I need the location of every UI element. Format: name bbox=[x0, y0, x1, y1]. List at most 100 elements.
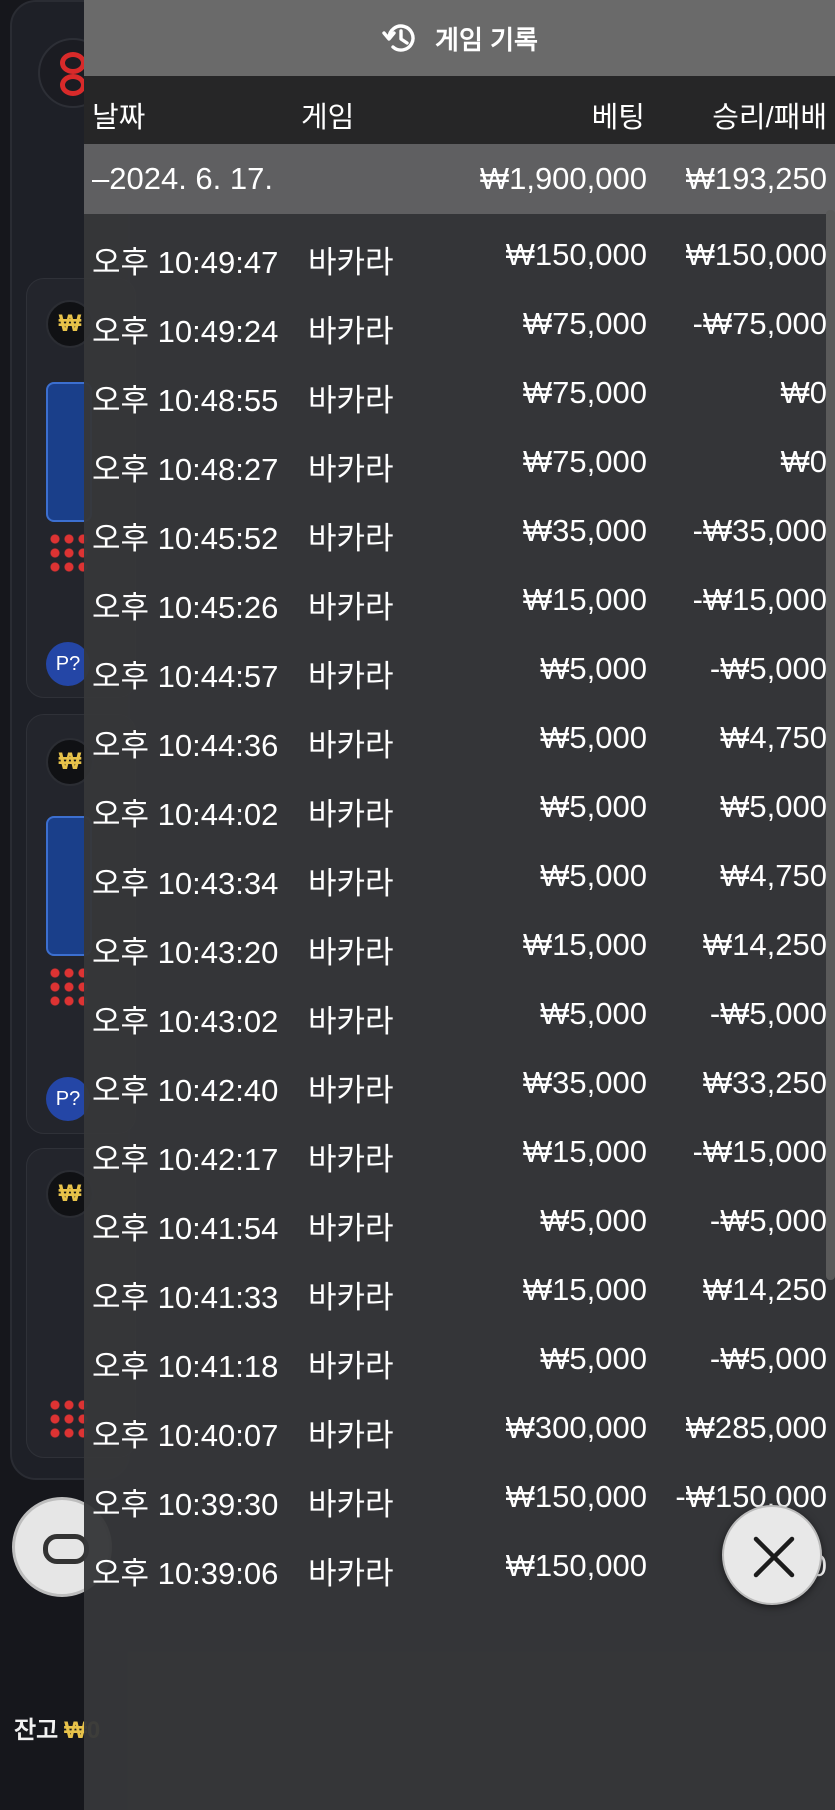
row-time: 오후 10:44:57 bbox=[92, 659, 279, 694]
column-result: 승리/패배 bbox=[712, 102, 827, 134]
history-row[interactable]: 오후 10:43:34 바카라 ₩5,000 ₩4,750 bbox=[84, 843, 835, 912]
row-time: 오후 10:41:33 bbox=[92, 1280, 279, 1315]
row-bet: ₩35,000 bbox=[522, 513, 647, 548]
row-game: 바카라 bbox=[308, 659, 394, 694]
row-result: ₩14,250 bbox=[702, 927, 827, 962]
column-header-row: 날짜 게임 베팅 승리/패배 bbox=[84, 76, 835, 144]
row-time: 오후 10:41:18 bbox=[92, 1349, 279, 1384]
history-row[interactable]: 오후 10:44:36 바카라 ₩5,000 ₩4,750 bbox=[84, 705, 835, 774]
row-time: 오후 10:48:55 bbox=[92, 383, 279, 418]
row-game: 바카라 bbox=[308, 245, 394, 280]
history-row[interactable]: 오후 10:45:26 바카라 ₩15,000 -₩15,000 bbox=[84, 567, 835, 636]
row-time: 오후 10:45:52 bbox=[92, 521, 279, 556]
row-game: 바카라 bbox=[308, 866, 394, 901]
history-row[interactable]: 오후 10:45:52 바카라 ₩35,000 -₩35,000 bbox=[84, 498, 835, 567]
row-result: -₩15,000 bbox=[692, 582, 827, 617]
row-time: 오후 10:43:20 bbox=[92, 935, 279, 970]
balance-label: 잔고 bbox=[14, 1717, 59, 1744]
row-time: 오후 10:44:02 bbox=[92, 797, 279, 832]
row-result: ₩4,750 bbox=[720, 720, 827, 755]
history-row[interactable]: 오후 10:44:57 바카라 ₩5,000 -₩5,000 bbox=[84, 636, 835, 705]
row-bet: ₩5,000 bbox=[540, 651, 647, 686]
date-group-bet-total: ₩1,900,000 bbox=[479, 161, 647, 196]
row-game: 바카라 bbox=[308, 1280, 394, 1315]
panel-header: 게임 기록 bbox=[84, 0, 835, 76]
row-result: ₩0 bbox=[780, 444, 828, 479]
history-list: 오후 10:49:47 바카라 ₩150,000 ₩150,000 오후 10:49:2… bbox=[84, 222, 835, 1602]
history-row[interactable]: 오후 10:49:24 바카라 ₩75,000 -₩75,000 bbox=[84, 291, 835, 360]
chat-icon bbox=[43, 1534, 89, 1564]
row-result: ₩0 bbox=[780, 375, 828, 410]
history-row[interactable]: 오후 10:43:20 바카라 ₩15,000 ₩14,250 bbox=[84, 912, 835, 981]
row-bet: ₩15,000 bbox=[522, 927, 647, 962]
row-game: 바카라 bbox=[308, 935, 394, 970]
history-row[interactable]: 오후 10:49:47 바카라 ₩150,000 ₩150,000 bbox=[84, 222, 835, 291]
row-time: 오후 10:43:02 bbox=[92, 1004, 279, 1039]
row-bet: ₩150,000 bbox=[505, 237, 647, 272]
row-time: 오후 10:44:36 bbox=[92, 728, 279, 763]
row-result: ₩5,000 bbox=[720, 789, 827, 824]
row-result: ₩4,750 bbox=[720, 858, 827, 893]
row-game: 바카라 bbox=[308, 1487, 394, 1522]
history-row[interactable]: 오후 10:42:17 바카라 ₩15,000 -₩15,000 bbox=[84, 1119, 835, 1188]
row-time: 오후 10:49:47 bbox=[92, 245, 279, 280]
history-row[interactable]: 오후 10:39:30 바카라 ₩150,000 -₩150,000 bbox=[84, 1464, 835, 1533]
road-dots bbox=[48, 966, 88, 1006]
row-time: 오후 10:39:06 bbox=[92, 1556, 279, 1591]
row-game: 바카라 bbox=[308, 521, 394, 556]
row-result: ₩150,000 bbox=[685, 237, 827, 272]
row-time: 오후 10:48:27 bbox=[92, 452, 279, 487]
row-time: 오후 10:42:17 bbox=[92, 1142, 279, 1177]
history-row[interactable]: 오후 10:41:54 바카라 ₩5,000 -₩5,000 bbox=[84, 1188, 835, 1257]
road-dots bbox=[48, 1398, 88, 1438]
row-bet: ₩5,000 bbox=[540, 858, 647, 893]
date-group-label: –2024. 6. 17. bbox=[92, 161, 273, 196]
history-row[interactable]: 오후 10:48:55 바카라 ₩75,000 ₩0 bbox=[84, 360, 835, 429]
history-row[interactable]: 오후 10:48:27 바카라 ₩75,000 ₩0 bbox=[84, 429, 835, 498]
row-bet: ₩300,000 bbox=[505, 1410, 647, 1445]
history-row[interactable]: 오후 10:41:18 바카라 ₩5,000 -₩5,000 bbox=[84, 1326, 835, 1395]
row-result: ₩14,250 bbox=[702, 1272, 827, 1307]
row-bet: ₩150,000 bbox=[505, 1479, 647, 1514]
row-result: -₩15,000 bbox=[692, 1134, 827, 1169]
row-game: 바카라 bbox=[308, 590, 394, 625]
row-time: 오후 10:39:30 bbox=[92, 1487, 279, 1522]
row-time: 오후 10:45:26 bbox=[92, 590, 279, 625]
row-bet: ₩5,000 bbox=[540, 720, 647, 755]
close-button[interactable] bbox=[722, 1505, 822, 1605]
row-result: -₩35,000 bbox=[692, 513, 827, 548]
row-bet: ₩75,000 bbox=[522, 375, 647, 410]
row-time: 오후 10:40:07 bbox=[92, 1418, 279, 1453]
row-bet: ₩15,000 bbox=[522, 582, 647, 617]
history-row[interactable]: 오후 10:40:07 바카라 ₩300,000 ₩285,000 bbox=[84, 1395, 835, 1464]
row-bet: ₩75,000 bbox=[522, 306, 647, 341]
panel-title: 게임 기록 bbox=[435, 24, 538, 55]
row-result: -₩5,000 bbox=[709, 651, 827, 686]
row-game: 바카라 bbox=[308, 1004, 394, 1039]
row-game: 바카라 bbox=[308, 1556, 394, 1591]
row-time: 오후 10:43:34 bbox=[92, 866, 279, 901]
column-bet: 베팅 bbox=[591, 102, 645, 134]
row-game: 바카라 bbox=[308, 452, 394, 487]
game-history-panel: 게임 기록 날짜 게임 베팅 승리/패배 –2024. 6. 17. ₩1,90… bbox=[84, 0, 835, 1810]
row-bet: ₩5,000 bbox=[540, 1203, 647, 1238]
row-game: 바카라 bbox=[308, 728, 394, 763]
road-dots bbox=[48, 532, 88, 572]
history-row[interactable]: 오후 10:44:02 바카라 ₩5,000 ₩5,000 bbox=[84, 774, 835, 843]
row-result: ₩33,250 bbox=[702, 1065, 827, 1100]
row-game: 바카라 bbox=[308, 314, 394, 349]
row-bet: ₩15,000 bbox=[522, 1134, 647, 1169]
history-row[interactable]: 오후 10:43:02 바카라 ₩5,000 -₩5,000 bbox=[84, 981, 835, 1050]
scrollbar[interactable] bbox=[826, 210, 835, 1280]
history-row[interactable]: 오후 10:42:40 바카라 ₩35,000 ₩33,250 bbox=[84, 1050, 835, 1119]
row-game: 바카라 bbox=[308, 1418, 394, 1453]
history-icon bbox=[382, 24, 415, 52]
row-result: ₩285,000 bbox=[685, 1410, 827, 1445]
row-bet: ₩150,000 bbox=[505, 1548, 647, 1583]
date-group-header[interactable]: –2024. 6. 17. ₩1,900,000 ₩193,250 bbox=[84, 144, 835, 214]
row-time: 오후 10:41:54 bbox=[92, 1211, 279, 1246]
row-result: -₩5,000 bbox=[709, 996, 827, 1031]
row-time: 오후 10:42:40 bbox=[92, 1073, 279, 1108]
history-row[interactable]: 오후 10:41:33 바카라 ₩15,000 ₩14,250 bbox=[84, 1257, 835, 1326]
row-result: -₩5,000 bbox=[709, 1203, 827, 1238]
